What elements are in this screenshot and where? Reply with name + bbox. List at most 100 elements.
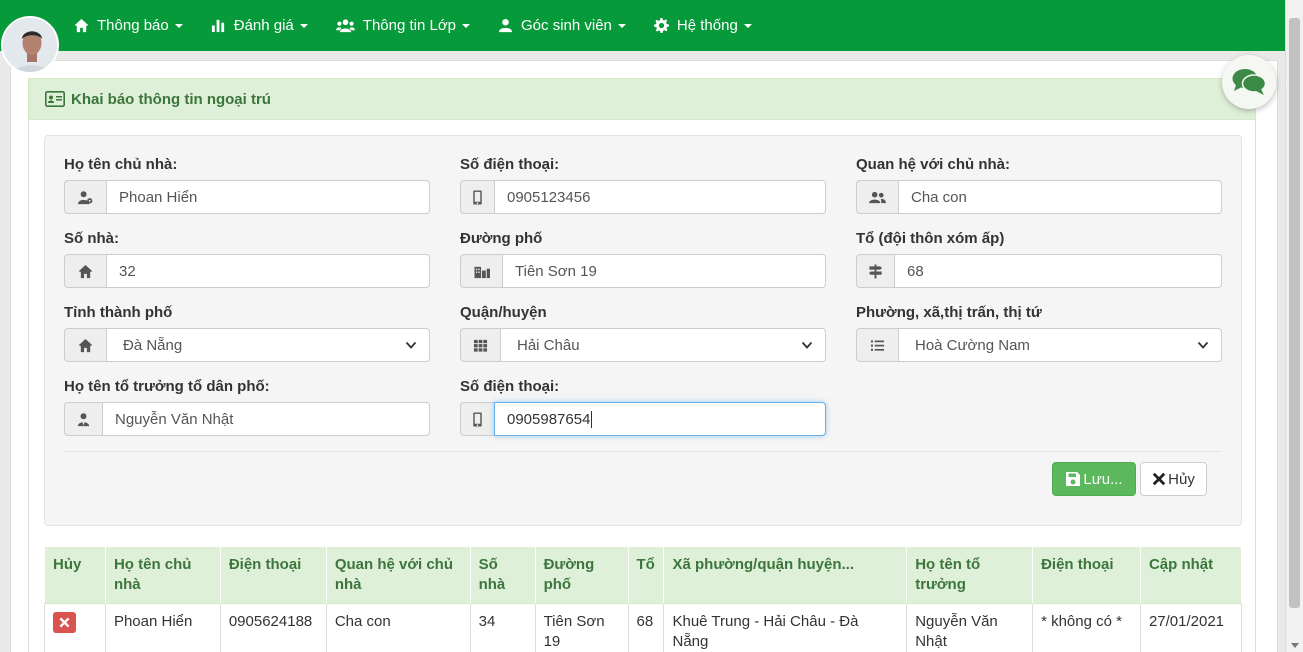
- phone-label: Số điện thoại:: [460, 156, 560, 173]
- group-label: Tổ (đội thôn xóm ấp): [856, 230, 1005, 247]
- nav-item-student-corner[interactable]: Góc sinh viên: [484, 0, 640, 51]
- chevron-down-icon: [743, 23, 752, 28]
- phone-group: 0905123456: [460, 180, 826, 214]
- relation-label: Quan hệ với chủ nhà:: [856, 156, 1011, 173]
- leader-phone-label: Số điện thoại:: [460, 378, 560, 395]
- city-icon: [460, 254, 502, 288]
- main-menu: Thông báo Đánh giá Thông tin Lớp Góc sin…: [60, 0, 766, 51]
- page-scrollbar[interactable]: [1285, 0, 1303, 652]
- group-input[interactable]: 68: [894, 254, 1222, 288]
- updated-cell: 27/01/2021: [1140, 603, 1243, 652]
- chevron-down-icon: [801, 341, 813, 349]
- list-icon: [856, 328, 898, 362]
- leader-name-label: Họ tên tổ trưởng tổ dân phố:: [64, 378, 270, 395]
- nav-item-evaluation[interactable]: Đánh giá: [197, 0, 322, 51]
- save-button[interactable]: Lưu...: [1052, 462, 1136, 496]
- column-header[interactable]: Họ tên chủ nhà: [104, 546, 221, 604]
- owner-name-group: Phoan Hiển: [64, 180, 430, 214]
- nav-label: Hệ thống: [676, 17, 738, 34]
- nav-item-notifications[interactable]: Thông báo: [60, 0, 197, 51]
- nav-label: Thông tin Lớp: [362, 17, 457, 34]
- leader-phone-group: 0905987654: [460, 402, 826, 436]
- close-icon: [59, 617, 70, 628]
- district-label: Quận/huyện: [460, 304, 547, 321]
- mobile-icon: [460, 402, 494, 436]
- ward-group: Hoà Cường Nam: [856, 328, 1222, 362]
- street-label: Đường phố: [460, 230, 543, 247]
- panel-title: Khai báo thông tin ngoại trú: [71, 90, 271, 108]
- column-header: Hủy: [44, 546, 106, 604]
- ward-select[interactable]: Hoà Cường Nam: [898, 328, 1222, 362]
- chevron-down-icon: [617, 23, 626, 28]
- house-number-input[interactable]: 32: [106, 254, 430, 288]
- leader-phone-input[interactable]: 0905987654: [494, 402, 826, 436]
- scrollbar-thumb[interactable]: [1289, 18, 1300, 608]
- leader-cell: Nguyễn Văn Nhật: [906, 603, 1034, 652]
- column-header[interactable]: Họ tên tổ trưởng: [906, 546, 1034, 604]
- address-cell: Khuê Trung - Hải Châu - Đà Nẵng: [663, 603, 908, 652]
- house-number-label: Số nhà:: [64, 230, 119, 247]
- column-header[interactable]: Cập nhật: [1139, 546, 1243, 604]
- relation-input[interactable]: Cha con: [898, 180, 1222, 214]
- chevron-down-icon: [299, 23, 308, 28]
- cancel-button[interactable]: Hủy: [1140, 462, 1207, 496]
- cancel-label: Hủy: [1168, 470, 1195, 488]
- ward-selected: Hoà Cường Nam: [915, 336, 1030, 354]
- nav-item-class-info[interactable]: Thông tin Lớp: [322, 0, 484, 51]
- district-select[interactable]: Hải Châu: [500, 328, 826, 362]
- leader-name-input[interactable]: Nguyễn Văn Nhật: [102, 402, 430, 436]
- delete-cell: [44, 603, 106, 652]
- relation-group: Cha con: [856, 180, 1222, 214]
- user-avatar[interactable]: [1, 16, 59, 74]
- save-label: Lưu...: [1083, 470, 1123, 488]
- gear-icon: [653, 18, 669, 33]
- district-group: Hải Châu: [460, 328, 826, 362]
- house-number-cell: 34: [470, 603, 536, 652]
- column-header[interactable]: Tổ: [627, 546, 665, 604]
- owner-name-input[interactable]: Phoan Hiển: [106, 180, 430, 214]
- province-selected: Đà Nẵng: [123, 336, 183, 354]
- nav-label: Thông báo: [97, 17, 169, 34]
- column-header[interactable]: Đường phố: [534, 546, 629, 604]
- users-icon: [856, 180, 898, 214]
- house-number-group: 32: [64, 254, 430, 288]
- home-icon: [64, 254, 106, 288]
- delete-row-button[interactable]: [53, 612, 76, 633]
- leader-phone-value: 0905987654: [507, 410, 591, 428]
- users-icon: [335, 19, 355, 33]
- street-group: Tiên Sơn 19: [460, 254, 826, 288]
- group-cell: 68: [628, 603, 665, 652]
- column-header[interactable]: Xã phường/quận huyện...: [663, 546, 908, 604]
- home-icon: [64, 328, 106, 362]
- nav-item-system[interactable]: Hệ thống: [640, 0, 766, 51]
- bar-chart-icon: [211, 19, 224, 33]
- ward-label: Phường, xã,thị trấn, thị tứ: [856, 304, 1042, 321]
- id-card-icon: [45, 91, 65, 107]
- relation-cell: Cha con: [326, 603, 471, 652]
- chat-icon: [1232, 69, 1266, 95]
- chevron-down-icon: [462, 23, 471, 28]
- phone-cell: 0905624188: [220, 603, 327, 652]
- district-selected: Hải Châu: [517, 336, 580, 354]
- user-icon: [498, 18, 513, 33]
- column-header[interactable]: Điện thoại: [219, 546, 327, 604]
- column-header[interactable]: Quan hệ với chủ nhà: [325, 546, 471, 604]
- table-row: Phoan Hiển 0905624188 Cha con 34 Tiên Sơ…: [44, 603, 1243, 652]
- column-header[interactable]: Số nhà: [469, 546, 536, 604]
- group-group: 68: [856, 254, 1222, 288]
- chat-button[interactable]: [1222, 55, 1276, 109]
- street-input[interactable]: Tiên Sơn 19: [502, 254, 826, 288]
- owner-name-label: Họ tên chủ nhà:: [64, 156, 178, 173]
- home-icon: [74, 18, 89, 33]
- phone-input[interactable]: 0905123456: [494, 180, 826, 214]
- user-tie-icon: [64, 402, 102, 436]
- signpost-icon: [856, 254, 894, 288]
- owner-cell: Phoan Hiển: [105, 603, 221, 652]
- column-header[interactable]: Điện thoại: [1032, 546, 1141, 604]
- user-cog-icon: [64, 180, 106, 214]
- province-select[interactable]: Đà Nẵng: [106, 328, 430, 362]
- province-label: Tỉnh thành phố: [64, 304, 173, 321]
- chevron-down-icon: [174, 23, 183, 28]
- form-divider: [64, 451, 1222, 452]
- scroll-down-arrow-icon[interactable]: [1291, 643, 1299, 648]
